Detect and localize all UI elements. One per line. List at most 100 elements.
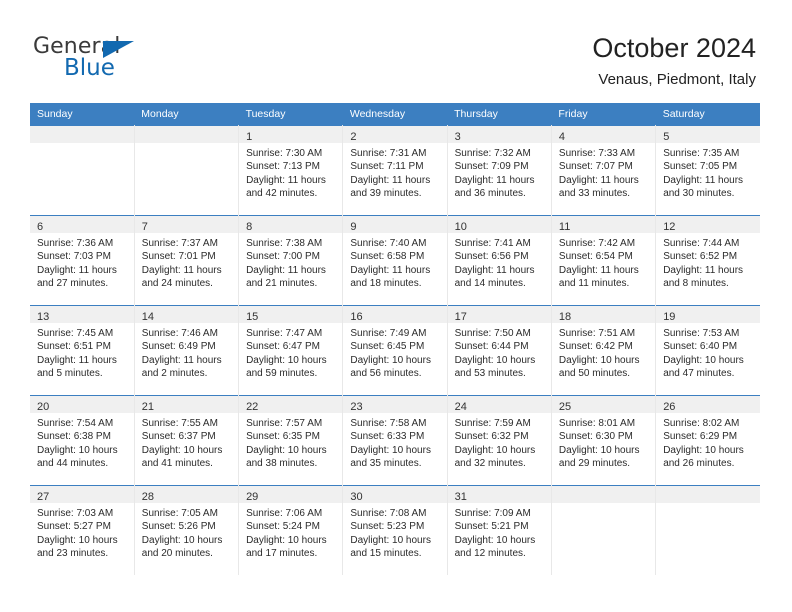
calendar-day-cell[interactable]: 1 Sunrise: 7:30 AM Sunset: 7:13 PM Daylight… — [238, 125, 344, 216]
calendar-day-cell[interactable]: 3 Sunrise: 7:32 AM Sunset: 7:09 PM Daylight… — [447, 125, 552, 216]
calendar-day-cell[interactable]: 16 Sunrise: 7:49 AM Sunset: 6:45 PM Dayligh… — [342, 305, 448, 396]
sunset-time: Sunset: 7:11 PM — [350, 161, 424, 173]
sunset-time: Sunset: 5:21 PM — [454, 521, 529, 533]
day-number: 23 — [350, 401, 363, 413]
sunset-time: Sunset: 6:40 PM — [663, 341, 738, 353]
daylight-duration-line1: Daylight: 11 hours — [454, 174, 535, 186]
calendar-day-cell[interactable]: 22 Sunrise: 7:57 AM Sunset: 6:35 PM Dayligh… — [238, 395, 344, 486]
day-number: 22 — [246, 401, 259, 413]
daylight-duration-line2: and 50 minutes. — [558, 368, 631, 380]
calendar-day-cell[interactable]: 21 Sunrise: 7:55 AM Sunset: 6:37 PM Dayligh… — [134, 395, 240, 486]
day-cell-details: Sunrise: 7:49 AM Sunset: 6:45 PM Daylight:… — [343, 323, 446, 381]
sunrise-time: Sunrise: 7:47 AM — [246, 328, 323, 339]
weekday-header-monday: Monday — [134, 103, 239, 126]
day-cell-details: Sunrise: 7:05 AM Sunset: 5:26 PM Daylight:… — [135, 503, 238, 561]
sunrise-time: Sunrise: 8:01 AM — [558, 418, 636, 429]
calendar-day-cell[interactable]: 14 Sunrise: 7:46 AM Sunset: 6:49 PM Dayligh… — [134, 305, 240, 396]
sunrise-time: Sunrise: 7:42 AM — [558, 238, 636, 249]
daylight-duration-line2: and 2 minutes. — [141, 368, 208, 380]
day-number-band — [656, 486, 760, 503]
calendar-day-cell[interactable]: 5 Sunrise: 7:35 AM Sunset: 7:05 PM Daylight… — [655, 125, 760, 216]
daylight-duration-line2: and 14 minutes. — [454, 278, 526, 290]
calendar-day-cell[interactable]: 20 Sunrise: 7:54 AM Sunset: 6:38 PM Dayligh… — [30, 395, 135, 486]
weekday-header-sunday: Sunday — [30, 103, 135, 126]
calendar-day-cell[interactable]: 2 Sunrise: 7:31 AM Sunset: 7:11 PM Daylight… — [342, 125, 448, 216]
calendar-day-cell[interactable]: 25 Sunrise: 8:01 AM Sunset: 6:30 PM Dayligh… — [551, 395, 657, 486]
day-number: 8 — [246, 221, 253, 233]
calendar-day-cell[interactable]: 31 Sunrise: 7:09 AM Sunset: 5:21 PM Dayligh… — [447, 485, 552, 575]
sunset-time: Sunset: 5:24 PM — [246, 521, 320, 533]
day-number-band: 24 — [447, 396, 551, 413]
calendar-day-cell[interactable]: 8 Sunrise: 7:38 AM Sunset: 7:00 PM Daylight… — [238, 215, 344, 306]
day-number: 5 — [663, 131, 670, 143]
day-number: 21 — [141, 401, 155, 413]
sunset-time: Sunset: 7:00 PM — [246, 251, 320, 263]
sunset-time: Sunset: 6:56 PM — [454, 251, 529, 263]
day-cell-details: Sunrise: 7:30 AM Sunset: 7:13 PM Daylight:… — [239, 143, 342, 201]
day-number: 1 — [246, 131, 253, 143]
calendar-day-cell[interactable]: 30 Sunrise: 7:08 AM Sunset: 5:23 PM Dayligh… — [342, 485, 448, 575]
calendar-day-cell[interactable]: 15 Sunrise: 7:47 AM Sunset: 6:47 PM Dayligh… — [238, 305, 344, 396]
day-number: 13 — [37, 311, 50, 323]
day-number-band: 31 — [447, 486, 551, 503]
sunrise-time: Sunrise: 7:51 AM — [558, 328, 636, 339]
day-number: 18 — [558, 311, 572, 323]
calendar-day-cell[interactable]: 26 Sunrise: 8:02 AM Sunset: 6:29 PM Dayligh… — [655, 395, 760, 486]
day-number-band: 23 — [343, 396, 447, 413]
daylight-duration-line2: and 36 minutes. — [454, 188, 526, 200]
day-number-band: 13 — [30, 306, 134, 323]
sunset-time: Sunset: 6:47 PM — [246, 341, 320, 353]
day-cell-details: Sunrise: 7:06 AM Sunset: 5:24 PM Daylight:… — [239, 503, 342, 561]
daylight-duration-line2: and 15 minutes. — [350, 548, 422, 560]
daylight-duration-line2: and 56 minutes. — [350, 368, 422, 380]
day-number: 2 — [350, 131, 357, 143]
daylight-duration-line1: Daylight: 10 hours — [246, 534, 327, 546]
calendar-day-cell[interactable]: 19 Sunrise: 7:53 AM Sunset: 6:40 PM Dayligh… — [655, 305, 760, 396]
daylight-duration-line1: Daylight: 11 hours — [663, 174, 744, 186]
calendar-day-cell[interactable]: 24 Sunrise: 7:59 AM Sunset: 6:32 PM Dayligh… — [447, 395, 552, 486]
calendar-day-cell[interactable]: 11 Sunrise: 7:42 AM Sunset: 6:54 PM Dayligh… — [551, 215, 657, 306]
calendar-day-cell[interactable]: 4 Sunrise: 7:33 AM Sunset: 7:07 PM Daylight… — [551, 125, 657, 216]
daylight-duration-line2: and 26 minutes. — [663, 458, 735, 470]
sunset-time: Sunset: 6:42 PM — [558, 341, 633, 353]
day-number: 14 — [141, 311, 155, 323]
day-number-band: 11 — [551, 216, 655, 233]
calendar-day-cell[interactable]: 23 Sunrise: 7:58 AM Sunset: 6:33 PM Dayligh… — [342, 395, 448, 486]
calendar-day-cell[interactable]: 28 Sunrise: 7:05 AM Sunset: 5:26 PM Dayligh… — [134, 485, 240, 575]
daylight-duration-line1: Daylight: 10 hours — [558, 354, 640, 366]
calendar-day-cell[interactable]: 10 Sunrise: 7:41 AM Sunset: 6:56 PM Dayligh… — [447, 215, 552, 306]
day-cell-details: Sunrise: 7:55 AM Sunset: 6:37 PM Daylight:… — [135, 413, 238, 471]
calendar-day-cell[interactable]: 9 Sunrise: 7:40 AM Sunset: 6:58 PM Daylight… — [342, 215, 448, 306]
day-number-band: 16 — [343, 306, 447, 323]
sunrise-time: Sunrise: 7:06 AM — [246, 508, 323, 519]
day-number: 12 — [663, 221, 676, 233]
daylight-duration-line2: and 59 minutes. — [246, 368, 318, 380]
calendar-day-cell[interactable]: 6 Sunrise: 7:36 AM Sunset: 7:03 PM Daylight… — [30, 215, 135, 306]
daylight-duration-line1: Daylight: 11 hours — [454, 264, 535, 276]
day-cell-details: Sunrise: 7:32 AM Sunset: 7:09 PM Daylight:… — [448, 143, 551, 201]
sunset-time: Sunset: 7:05 PM — [663, 161, 738, 173]
day-cell-details: Sunrise: 7:42 AM Sunset: 6:54 PM Daylight:… — [552, 233, 655, 291]
calendar-week-row: 13 Sunrise: 7:45 AM Sunset: 6:51 PM Dayligh… — [30, 305, 760, 396]
calendar-day-cell[interactable]: 29 Sunrise: 7:06 AM Sunset: 5:24 PM Dayligh… — [238, 485, 344, 575]
general-blue-logo[interactable]: General Blue — [33, 36, 233, 86]
sunrise-time: Sunrise: 7:37 AM — [141, 238, 218, 249]
sunset-time: Sunset: 5:23 PM — [350, 521, 425, 533]
daylight-duration-line1: Daylight: 10 hours — [37, 534, 118, 546]
calendar-week-row: 20 Sunrise: 7:54 AM Sunset: 6:38 PM Dayligh… — [30, 395, 760, 486]
daylight-duration-line1: Daylight: 10 hours — [454, 444, 536, 456]
calendar-day-cell[interactable]: 7 Sunrise: 7:37 AM Sunset: 7:01 PM Daylight… — [134, 215, 240, 306]
calendar-day-cell[interactable]: 27 Sunrise: 7:03 AM Sunset: 5:27 PM Dayligh… — [30, 485, 135, 575]
logo-text-blue: Blue — [64, 55, 115, 81]
day-number: 6 — [37, 221, 44, 233]
calendar-day-cell[interactable]: 18 Sunrise: 7:51 AM Sunset: 6:42 PM Dayligh… — [551, 305, 657, 396]
calendar-day-cell[interactable]: 17 Sunrise: 7:50 AM Sunset: 6:44 PM Dayligh… — [447, 305, 552, 396]
daylight-duration-line1: Daylight: 11 hours — [246, 264, 326, 276]
calendar-day-cell[interactable]: 13 Sunrise: 7:45 AM Sunset: 6:51 PM Dayligh… — [30, 305, 135, 396]
calendar-day-cell[interactable]: 12 Sunrise: 7:44 AM Sunset: 6:52 PM Dayligh… — [655, 215, 760, 306]
weekday-header-wednesday: Wednesday — [342, 103, 448, 126]
day-number-band: 6 — [30, 216, 134, 233]
daylight-duration-line1: Daylight: 11 hours — [558, 264, 639, 276]
day-cell-details: Sunrise: 7:57 AM Sunset: 6:35 PM Daylight:… — [239, 413, 342, 471]
daylight-duration-line1: Daylight: 10 hours — [37, 444, 118, 456]
